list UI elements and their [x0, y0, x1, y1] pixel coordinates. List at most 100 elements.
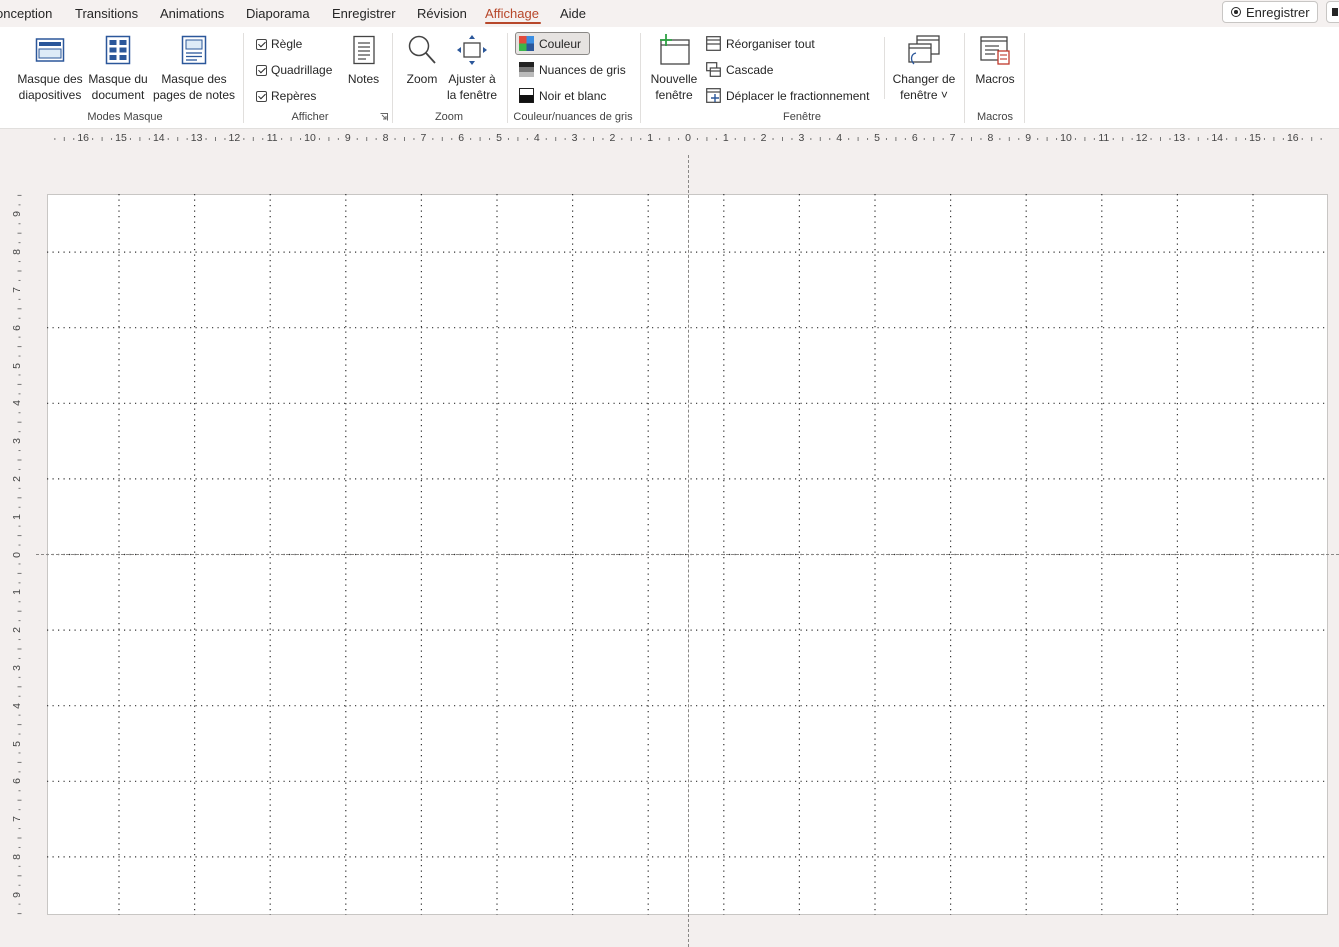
group-label-couleur: Couleur/nuances de gris: [513, 111, 633, 123]
switch-window-button[interactable]: Changer de fenêtre ˅: [890, 33, 958, 103]
tab-affichage[interactable]: Affichage: [485, 6, 539, 21]
tab-transitions[interactable]: Transitions: [75, 6, 138, 21]
ruler-number: 8: [10, 249, 23, 256]
zoom-label: Zoom: [406, 72, 438, 86]
notes-label: Notes: [347, 72, 380, 86]
black-white-icon: [519, 88, 534, 103]
active-tab-indicator: [485, 22, 541, 24]
group-separator: [640, 33, 641, 123]
gridlines-checkbox[interactable]: Quadrillage: [256, 63, 332, 77]
ruler-number: 2: [10, 475, 23, 482]
ruler-number: 16: [1286, 132, 1299, 144]
tab-enregistrer[interactable]: Enregistrer: [332, 6, 396, 21]
ruler-number: 7: [420, 132, 427, 144]
ruler-number: 1: [10, 513, 23, 520]
grayscale-button[interactable]: Nuances de gris: [519, 62, 626, 77]
ruler-number: 5: [874, 132, 880, 144]
ruler-number: 16: [77, 132, 90, 144]
grayscale-icon: [519, 62, 534, 77]
tab-conception[interactable]: onception: [0, 6, 52, 21]
ruler-number: 2: [10, 627, 23, 634]
arrange-all-label: Réorganiser tout: [726, 36, 815, 51]
tab-animations[interactable]: Animations: [160, 6, 224, 21]
record-button[interactable]: Enregistrer: [1222, 1, 1318, 23]
vertical-guide[interactable]: [688, 155, 689, 947]
macros-button[interactable]: Macros: [971, 33, 1019, 87]
ruler-number: 15: [115, 132, 127, 144]
macros-label: Macros: [975, 72, 1015, 86]
ruler-number: 11: [266, 132, 278, 144]
black-white-label: Noir et blanc: [539, 88, 607, 103]
black-white-button[interactable]: Noir et blanc: [519, 88, 606, 103]
slide-master-button[interactable]: Masque des diapositives: [14, 33, 86, 103]
arrange-all-button[interactable]: Réorganiser tout: [706, 36, 815, 51]
present-button[interactable]: [1326, 1, 1339, 23]
horizontal-ruler[interactable]: 16 15 14 13 12 11 10 9 8 7 6 5 4 3 2 1 0 1 2 3 4 5 6 7 8 9 10 11 12 1…: [48, 131, 1328, 146]
dialog-launcher-icon[interactable]: [380, 113, 388, 121]
ruler-number: 2: [760, 132, 767, 144]
move-split-button[interactable]: Déplacer le fractionnement: [706, 88, 869, 103]
group-label-modes-masque: Modes Masque: [87, 111, 163, 123]
ruler-number: 1: [647, 132, 654, 144]
ruler-number: 7: [10, 286, 23, 293]
ruler-number: 9: [10, 211, 23, 218]
checkbox-checked-icon: [256, 90, 267, 102]
ruler-number: 11: [1098, 132, 1110, 144]
notes-master-icon: [152, 33, 236, 67]
guides-checkbox[interactable]: Repères: [256, 89, 316, 103]
color-label: Couleur: [539, 36, 582, 51]
group-label-zoom: Zoom: [434, 111, 464, 123]
tab-revision[interactable]: Révision: [417, 6, 467, 21]
group-separator: [243, 33, 244, 123]
ruler-checkbox-label: Règle: [271, 37, 303, 51]
ruler-number: 15: [1249, 132, 1261, 144]
notes-icon: [342, 33, 385, 67]
ruler-number: 7: [10, 816, 23, 823]
ruler-number: 1: [722, 132, 729, 144]
ruler-number: 8: [10, 853, 23, 860]
handout-master-button[interactable]: Masque du document: [86, 33, 150, 103]
zoom-button[interactable]: Zoom: [400, 33, 444, 87]
notes-button[interactable]: Notes: [342, 33, 385, 87]
new-window-button[interactable]: Nouvelle fenêtre: [647, 33, 701, 103]
new-window-label: Nouvelle fenêtre: [650, 72, 698, 102]
separator: [884, 37, 885, 99]
ribbon: Masque des diapositives Masque du docume…: [0, 27, 1339, 129]
record-button-label: Enregistrer: [1246, 4, 1310, 20]
group-separator: [964, 33, 965, 123]
color-palette-icon: [519, 36, 534, 51]
cascade-button[interactable]: Cascade: [706, 62, 773, 77]
move-split-icon: [706, 88, 721, 103]
group-label-afficher: Afficher: [291, 111, 329, 123]
ruler-number: 4: [10, 702, 23, 709]
fit-to-window-button[interactable]: Ajuster à la fenêtre: [444, 33, 500, 103]
ruler-number: 13: [1173, 132, 1186, 144]
ruler-number: 2: [609, 132, 616, 144]
checkbox-checked-icon: [256, 64, 267, 76]
magnifier-icon: [400, 33, 444, 67]
ruler-number: 12: [228, 132, 241, 144]
ruler-number: 9: [1025, 132, 1032, 144]
record-icon: [1231, 7, 1241, 17]
guides-checkbox-label: Repères: [271, 89, 317, 103]
ruler-number: 6: [458, 132, 465, 144]
ruler-number: 8: [987, 132, 994, 144]
vertical-ruler[interactable]: 9 8 7 6 5 4 3 2 1 0 1 2 3 4 5 6 7 8 9: [10, 194, 26, 915]
group-separator: [1024, 33, 1025, 123]
ruler-number: 4: [10, 400, 23, 407]
tab-aide[interactable]: Aide: [560, 6, 586, 21]
ruler-checkbox[interactable]: Règle: [256, 37, 302, 51]
ruler-number: 0: [685, 132, 691, 144]
ruler-number: 5: [10, 740, 23, 747]
color-button[interactable]: Couleur: [519, 36, 581, 51]
ruler-number: 9: [344, 132, 351, 144]
horizontal-guide[interactable]: [36, 554, 1339, 555]
ruler-number: 8: [382, 132, 389, 144]
ruler-number: 4: [533, 132, 540, 144]
notes-master-button[interactable]: Masque des pages de notes: [152, 33, 236, 103]
handout-master-label: Masque du document: [88, 72, 148, 102]
ruler-number: 5: [10, 362, 23, 369]
tab-diaporama[interactable]: Diaporama: [246, 6, 310, 21]
ruler-number: 13: [190, 132, 203, 144]
ruler-number: 6: [911, 132, 918, 144]
